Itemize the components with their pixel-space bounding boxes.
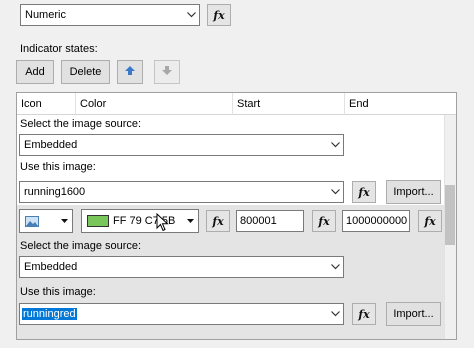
chevron-down-icon: [327, 257, 343, 277]
row-1-image-value: running1600: [24, 186, 86, 198]
chevron-down-icon: [327, 304, 343, 324]
display-format-value: Numeric: [25, 9, 66, 21]
grid-scrollbar[interactable]: [444, 115, 456, 339]
add-state-button[interactable]: Add: [16, 60, 54, 84]
row-1-image-source-value: Embedded: [24, 139, 78, 151]
column-header-icon[interactable]: Icon: [17, 93, 76, 115]
row-1-import-button[interactable]: Import...: [386, 180, 441, 204]
column-header-start[interactable]: Start: [233, 93, 345, 115]
row-2-color-fx-button[interactable]: fx: [206, 210, 230, 232]
indicator-states-label: Indicator states:: [20, 43, 98, 55]
move-down-button[interactable]: [154, 60, 180, 84]
indicator-states-grid: Icon Color Start End Select the image so…: [16, 92, 457, 340]
row-2-start-fx-button[interactable]: fx: [312, 210, 336, 232]
grid-header: Icon Color Start End: [17, 93, 456, 115]
row-2-image-combo[interactable]: runningred: [19, 303, 344, 325]
chevron-down-icon: [327, 182, 343, 202]
display-format-fx-button[interactable]: fx: [207, 4, 231, 26]
row-2-image-selected-text: runningred: [22, 308, 77, 320]
row-2-image-source-label: Select the image source:: [20, 240, 142, 252]
row-1-image-source-combo[interactable]: Embedded: [19, 134, 344, 156]
row-1-image-editor: Select the image source: Embedded Use th…: [17, 115, 445, 205]
chevron-down-icon: [183, 5, 199, 25]
row-2-state[interactable]: FF 79 C7 5B fx 800001 fx 1000000000 fx S…: [17, 205, 445, 339]
row-2-end-input[interactable]: 1000000000: [342, 210, 410, 232]
column-header-end[interactable]: End: [345, 93, 445, 115]
column-header-color[interactable]: Color: [76, 93, 233, 115]
row-1-image-fx-button[interactable]: fx: [352, 181, 376, 203]
image-icon: [20, 215, 56, 227]
row-2-color-picker[interactable]: FF 79 C7 5B: [81, 209, 199, 233]
row-2-image-source-value: Embedded: [24, 261, 78, 273]
down-arrow-icon: [162, 66, 172, 78]
display-format-combo[interactable]: Numeric: [20, 4, 200, 26]
color-swatch: [87, 215, 109, 227]
up-arrow-icon: [125, 66, 135, 78]
row-2-import-button[interactable]: Import...: [386, 302, 441, 326]
row-1-use-image-label: Use this image:: [20, 161, 96, 173]
row-2-icon-picker[interactable]: [19, 209, 73, 233]
move-up-button[interactable]: [117, 60, 143, 84]
row-2-image-fx-button[interactable]: fx: [352, 303, 376, 325]
caret-down-icon: [182, 210, 198, 232]
row-2-image-value[interactable]: runningred: [20, 308, 327, 320]
row-2-use-image-label: Use this image:: [20, 286, 96, 298]
mouse-cursor-icon: [156, 212, 169, 235]
grid-scrollbar-thumb[interactable]: [445, 185, 455, 245]
caret-down-icon: [56, 210, 72, 232]
row-2-end-fx-button[interactable]: fx: [418, 210, 442, 232]
row-2-color-value: FF 79 C7 5B: [113, 215, 176, 227]
row-1-image-source-label: Select the image source:: [20, 118, 142, 130]
chevron-down-icon: [327, 135, 343, 155]
delete-state-button[interactable]: Delete: [61, 60, 110, 84]
row-2-start-input[interactable]: 800001: [236, 210, 304, 232]
row-1-image-combo[interactable]: running1600: [19, 181, 344, 203]
row-2-image-source-combo[interactable]: Embedded: [19, 256, 344, 278]
